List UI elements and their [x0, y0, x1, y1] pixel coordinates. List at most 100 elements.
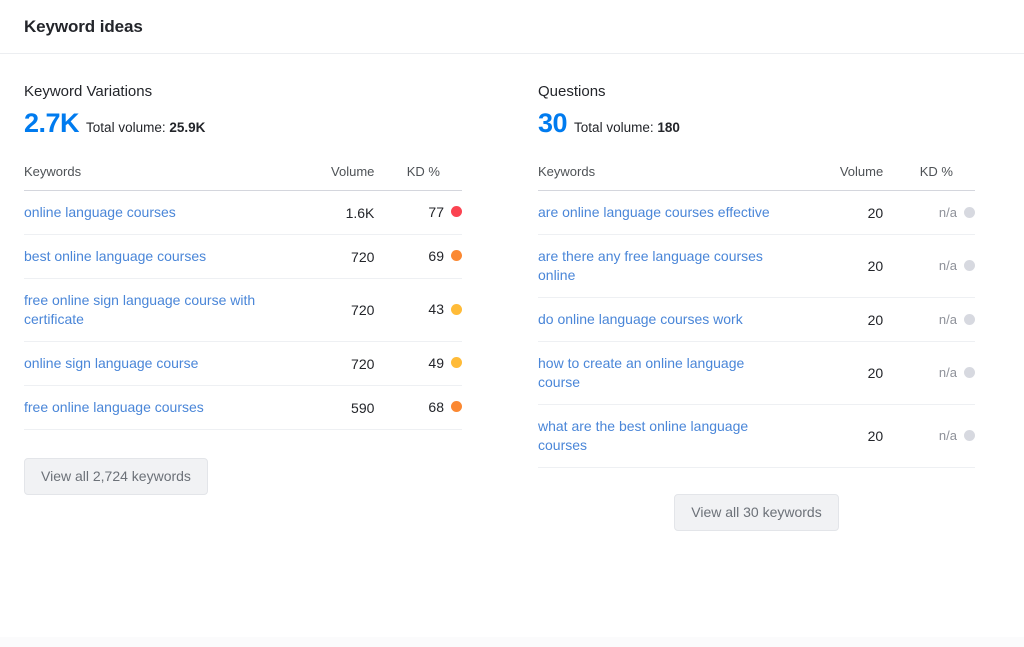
kd-difficulty-dot-icon: [451, 304, 462, 315]
kd-cell: n/a: [883, 405, 975, 468]
kd-value-wrapper: n/a: [939, 258, 975, 273]
keyword-variations-table: Keywords Volume KD % online language cou…: [24, 164, 462, 430]
keyword-variations-title: Keyword Variations: [24, 82, 462, 102]
keyword-link[interactable]: do online language courses work: [538, 310, 743, 329]
kd-cell: 43: [374, 279, 462, 342]
table-row: do online language courses work20n/a: [538, 298, 975, 342]
table-row: what are the best online language course…: [538, 405, 975, 468]
kd-difficulty-dot-icon: [964, 430, 975, 441]
keyword-cell: best online language courses: [24, 235, 278, 279]
table-row: online sign language course72049: [24, 342, 462, 386]
volume-cell: 1.6K: [278, 191, 374, 235]
view-all-questions-button[interactable]: View all 30 keywords: [674, 494, 838, 531]
keyword-variations-footer: View all 2,724 keywords: [24, 458, 462, 495]
table-row: are online language courses effective 20 n…: [538, 191, 975, 235]
column-header-volume[interactable]: Volume: [278, 164, 374, 191]
questions-table: Keywords Volume KD % are online language…: [538, 164, 975, 468]
volume-cell: 20: [783, 342, 884, 405]
table-row: free online language courses 590 68: [24, 386, 462, 430]
column-header-kd[interactable]: KD %: [883, 164, 975, 191]
panel-header: Keyword ideas: [0, 0, 1024, 54]
kd-value-wrapper: n/a: [939, 205, 975, 220]
column-header-volume[interactable]: Volume: [783, 164, 884, 191]
total-volume-value: 25.9K: [169, 120, 205, 135]
keyword-cell: free online sign language course with ce…: [24, 279, 278, 342]
kd-value: n/a: [939, 365, 957, 380]
kd-value: 68: [428, 399, 444, 415]
kd-value: 77: [428, 204, 444, 220]
table-header-row: Keywords Volume KD %: [24, 164, 462, 191]
questions-title: Questions: [538, 82, 975, 102]
kd-value-wrapper: n/a: [939, 428, 975, 443]
table-row: best online language courses72069: [24, 235, 462, 279]
kd-cell: n/a: [883, 191, 975, 235]
keyword-link[interactable]: what are the best online language course…: [538, 417, 783, 455]
questions-total-volume: Total volume: 180: [574, 120, 680, 135]
column-header-kd[interactable]: KD %: [374, 164, 462, 191]
kd-value-wrapper: 49: [428, 355, 462, 371]
keyword-variations-section: Keyword Variations 2.7K Total volume: 25…: [0, 54, 512, 531]
column-header-keywords[interactable]: Keywords: [538, 164, 783, 191]
total-volume-value: 180: [657, 120, 680, 135]
keyword-link[interactable]: are online language courses effective: [538, 203, 770, 222]
keyword-variations-stats: 2.7K Total volume: 25.9K: [24, 108, 462, 138]
kd-value-wrapper: 69: [428, 248, 462, 264]
kd-value: 43: [428, 301, 444, 317]
kd-difficulty-dot-icon: [451, 401, 462, 412]
keyword-link[interactable]: free online sign language course with ce…: [24, 291, 278, 329]
keyword-ideas-panel: Keyword ideas Keyword Variations 2.7K To…: [0, 0, 1024, 647]
kd-cell: n/a: [883, 235, 975, 298]
kd-value: 69: [428, 248, 444, 264]
keyword-link[interactable]: free online language courses: [24, 398, 204, 417]
kd-difficulty-dot-icon: [964, 260, 975, 271]
keyword-link[interactable]: are there any free language courses onli…: [538, 247, 783, 285]
keyword-cell: how to create an online language course: [538, 342, 783, 405]
kd-value-wrapper: 68: [428, 399, 462, 415]
keyword-link[interactable]: how to create an online language course: [538, 354, 783, 392]
keyword-variations-total-volume: Total volume: 25.9K: [86, 120, 205, 135]
kd-difficulty-dot-icon: [964, 367, 975, 378]
column-header-keywords[interactable]: Keywords: [24, 164, 278, 191]
kd-cell: 77: [374, 191, 462, 235]
volume-cell: 720: [278, 279, 374, 342]
keyword-cell: free online language courses: [24, 386, 278, 430]
kd-value: n/a: [939, 428, 957, 443]
kd-value: n/a: [939, 205, 957, 220]
keyword-cell: are online language courses effective: [538, 191, 783, 235]
keyword-cell: online language courses: [24, 191, 278, 235]
keyword-cell: are there any free language courses onli…: [538, 235, 783, 298]
kd-difficulty-dot-icon: [964, 314, 975, 325]
kd-cell: 69: [374, 235, 462, 279]
keyword-cell: online sign language course: [24, 342, 278, 386]
keyword-cell: what are the best online language course…: [538, 405, 783, 468]
kd-cell: n/a: [883, 298, 975, 342]
keyword-link[interactable]: online language courses: [24, 203, 176, 222]
volume-cell: 20: [783, 405, 884, 468]
keyword-link[interactable]: best online language courses: [24, 247, 206, 266]
table-header-row: Keywords Volume KD %: [538, 164, 975, 191]
panel-columns: Keyword Variations 2.7K Total volume: 25…: [0, 54, 1024, 531]
kd-value-wrapper: n/a: [939, 365, 975, 380]
volume-cell: 590: [278, 386, 374, 430]
total-volume-label: Total volume:: [574, 120, 654, 135]
table-row: free online sign language course with ce…: [24, 279, 462, 342]
volume-cell: 20: [783, 191, 884, 235]
kd-difficulty-dot-icon: [964, 207, 975, 218]
questions-count: 30: [538, 108, 567, 138]
questions-footer: View all 30 keywords: [538, 494, 975, 531]
kd-value: n/a: [939, 258, 957, 273]
kd-difficulty-dot-icon: [451, 206, 462, 217]
kd-value-wrapper: n/a: [939, 312, 975, 327]
bottom-strip: [0, 637, 1024, 647]
table-row: how to create an online language course2…: [538, 342, 975, 405]
questions-stats: 30 Total volume: 180: [538, 108, 975, 138]
kd-cell: n/a: [883, 342, 975, 405]
table-row: online language courses 1.6K 77: [24, 191, 462, 235]
view-all-variations-button[interactable]: View all 2,724 keywords: [24, 458, 208, 495]
kd-value-wrapper: 77: [428, 204, 462, 220]
keyword-cell: do online language courses work: [538, 298, 783, 342]
questions-section: Questions 30 Total volume: 180 Keywords …: [512, 54, 1024, 531]
keyword-link[interactable]: online sign language course: [24, 354, 198, 373]
keyword-variations-count: 2.7K: [24, 108, 79, 138]
kd-cell: 68: [374, 386, 462, 430]
